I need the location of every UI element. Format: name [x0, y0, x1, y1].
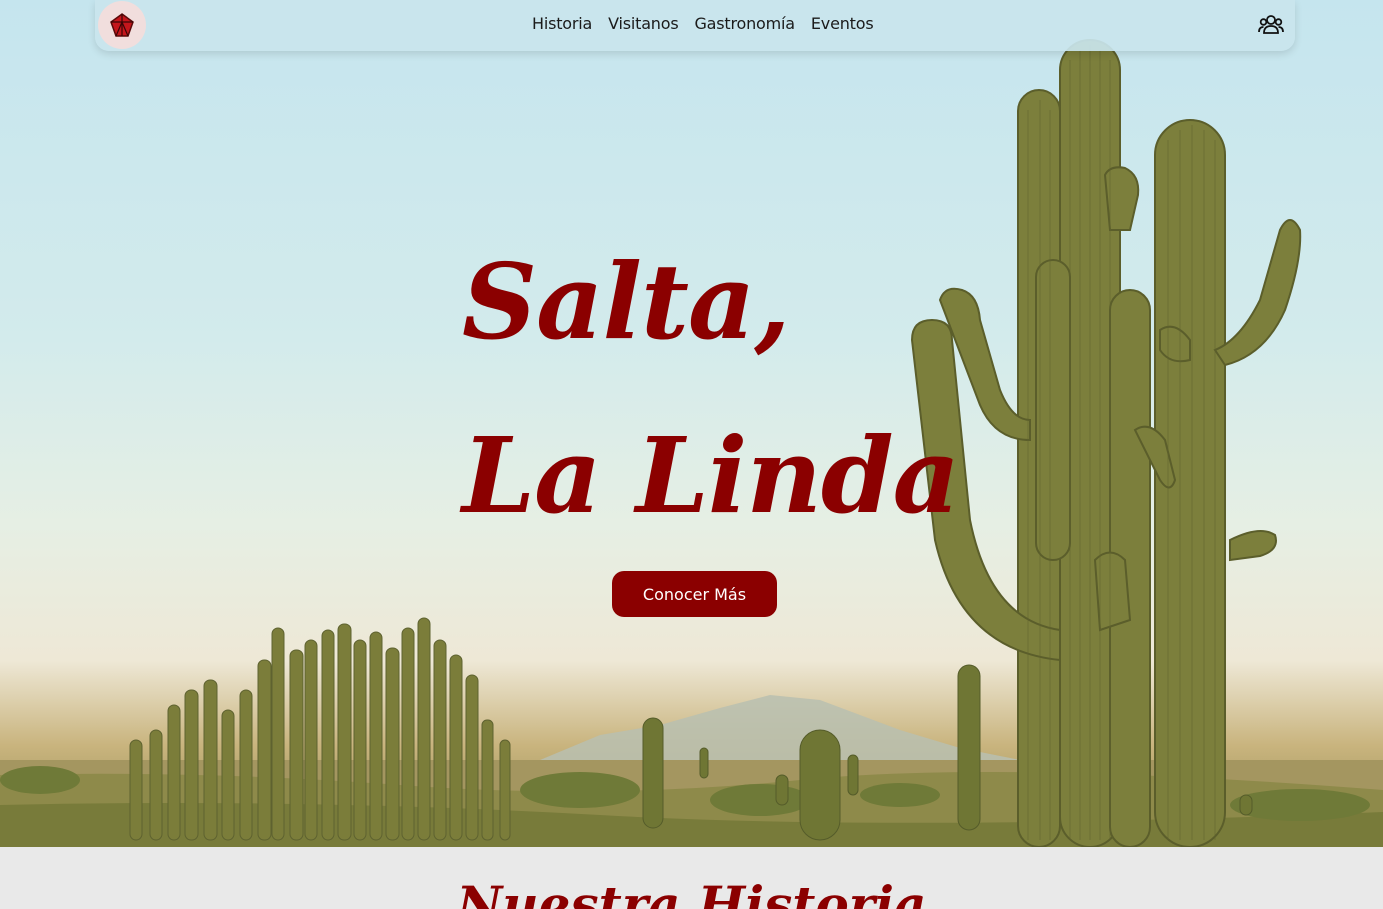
user-account-button[interactable] — [1257, 11, 1285, 39]
learn-more-button[interactable]: Conocer Más — [612, 571, 777, 617]
hero-title-line1: Salta, — [462, 240, 791, 363]
section-title: Nuestra Historia — [456, 875, 927, 909]
red-gem-logo-icon — [110, 13, 134, 37]
nav-link-historia[interactable]: Historia — [532, 14, 592, 33]
site-logo[interactable] — [98, 1, 146, 49]
hero-title: Salta, La Linda — [462, 215, 960, 563]
nav-link-visitanos[interactable]: Visitanos — [608, 14, 679, 33]
history-section: Nuestra Historia — [0, 847, 1383, 909]
nav-links: Historia Visitanos Gastronomía Eventos — [532, 14, 874, 33]
nav-link-gastronomia[interactable]: Gastronomía — [694, 14, 795, 33]
users-group-icon — [1258, 15, 1284, 34]
top-navbar: Historia Visitanos Gastronomía Eventos — [95, 0, 1295, 51]
hero-title-line2: La Linda — [462, 414, 960, 537]
nav-link-eventos[interactable]: Eventos — [811, 14, 874, 33]
